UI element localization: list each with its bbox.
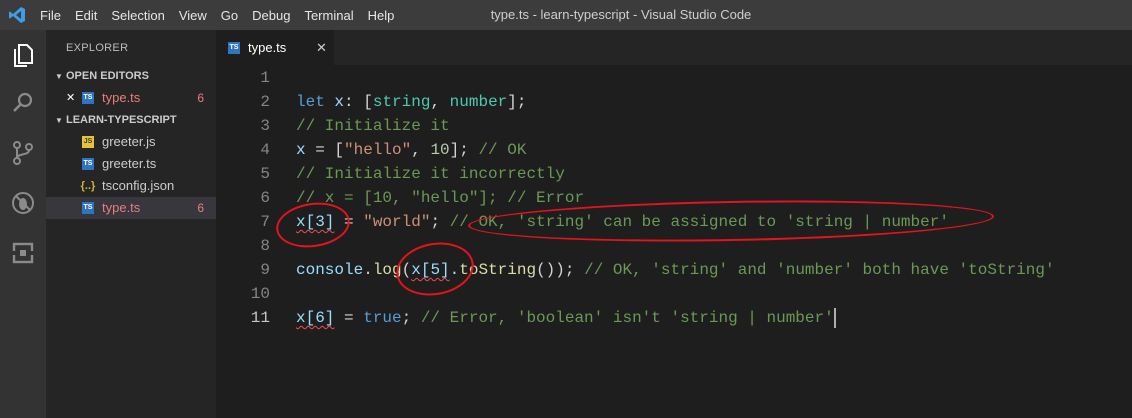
explorer-sidebar: EXPLORER ▼ OPEN EDITORS ✕ TS type.ts 6 ▼ L… — [46, 30, 216, 418]
code-token: ]; — [507, 93, 527, 111]
code-token: // OK — [478, 141, 527, 159]
code-line-3: // Initialize it — [296, 117, 450, 135]
code-token: ()); — [536, 261, 585, 279]
line-number: 7 — [260, 213, 270, 231]
code-token: "hello" — [344, 141, 412, 159]
line-number: 3 — [260, 117, 270, 135]
close-icon[interactable]: ✕ — [66, 87, 75, 109]
code-token: // Error, 'boolean' isn't 'string | numb… — [420, 309, 834, 327]
file-name: greeter.ts — [102, 156, 157, 171]
code-token: , — [430, 93, 450, 111]
file-name: type.ts — [102, 90, 141, 105]
file-item-tsconfig-json[interactable]: {..} tsconfig.json — [46, 175, 216, 197]
annotation-ellipse-x5 — [392, 236, 478, 302]
code-line-2: let x: [string, number]; — [296, 90, 526, 114]
file-name: type.ts — [102, 200, 141, 215]
menu-terminal[interactable]: Terminal — [304, 8, 353, 23]
project-label: LEARN-TYPESCRIPT — [66, 114, 177, 126]
problem-count-badge: 6 — [197, 91, 204, 105]
menu-selection[interactable]: Selection — [111, 8, 164, 23]
editor-tab-bar: TS type.ts ✕ — [216, 30, 1132, 65]
typescript-file-icon: TS — [82, 158, 94, 170]
code-token: number — [449, 93, 508, 111]
code-editor[interactable]: 1 2 3 4 5 6 7 8 9 10 11 let x: [string, … — [216, 65, 1132, 418]
code-token: x[6] — [296, 309, 335, 327]
code-token: = — [334, 309, 364, 327]
vscode-logo-icon — [9, 7, 25, 23]
title-bar: File Edit Selection View Go Debug Termin… — [0, 0, 1132, 30]
code-token: x — [296, 141, 306, 159]
line-number: 8 — [260, 237, 270, 255]
file-item-greeter-ts[interactable]: TS greeter.ts — [46, 153, 216, 175]
problem-count-badge: 6 — [197, 201, 204, 215]
open-editors-label: OPEN EDITORS — [66, 70, 149, 82]
typescript-file-icon: TS — [82, 202, 94, 214]
search-icon[interactable] — [8, 88, 38, 118]
code-token: ; — [401, 309, 421, 327]
code-token: , — [411, 141, 431, 159]
code-token: : [ — [344, 93, 373, 111]
code-token: true — [363, 309, 402, 327]
file-name: greeter.js — [102, 134, 156, 149]
menu-view[interactable]: View — [179, 8, 207, 23]
tab-type-ts[interactable]: TS type.ts ✕ — [216, 30, 334, 65]
code-token: "world" — [363, 213, 431, 231]
menu-debug[interactable]: Debug — [252, 8, 290, 23]
code-token: ; — [430, 213, 450, 231]
menu-edit[interactable]: Edit — [75, 8, 97, 23]
file-item-type-ts[interactable]: TS type.ts 6 — [46, 197, 216, 219]
code-token: x — [334, 93, 345, 111]
code-token: 10 — [430, 141, 450, 159]
line-number: 9 — [260, 261, 270, 279]
chevron-down-icon: ▼ — [55, 116, 63, 125]
json-file-icon: {..} — [80, 180, 96, 192]
menu-bar: File Edit Selection View Go Debug Termin… — [40, 0, 408, 30]
project-section[interactable]: ▼ LEARN-TYPESCRIPT — [46, 109, 216, 131]
menu-file[interactable]: File — [40, 8, 61, 23]
debug-icon[interactable] — [8, 188, 38, 218]
code-token: = [ — [305, 141, 345, 159]
open-editor-item-type-ts[interactable]: ✕ TS type.ts 6 — [46, 87, 216, 109]
line-number: 2 — [260, 93, 270, 111]
source-control-icon[interactable] — [8, 138, 38, 168]
code-token: . — [363, 261, 373, 279]
file-name: tsconfig.json — [102, 178, 175, 193]
code-line-5: // Initialize it incorrectly — [296, 165, 565, 183]
close-icon[interactable]: ✕ — [316, 30, 327, 65]
code-token: let — [296, 93, 325, 111]
open-editors-section[interactable]: ▼ OPEN EDITORS — [46, 65, 216, 87]
code-line-11: x[6] = true; // Error, 'boolean' isn't '… — [296, 306, 836, 330]
line-number: 6 — [260, 189, 270, 207]
code-token: ]; — [449, 141, 479, 159]
code-token: // OK, 'string' and 'number' both have '… — [584, 261, 1055, 279]
explorer-title: EXPLORER — [66, 42, 129, 54]
typescript-file-icon: TS — [82, 92, 94, 104]
line-number: 11 — [250, 309, 270, 327]
javascript-file-icon: JS — [82, 136, 94, 148]
typescript-file-icon: TS — [228, 42, 240, 54]
files-icon[interactable] — [8, 40, 38, 70]
tab-label: type.ts — [248, 40, 287, 55]
code-token: string — [372, 93, 431, 111]
code-line-4: x = ["hello", 10]; // OK — [296, 138, 526, 162]
extensions-icon[interactable] — [8, 238, 38, 268]
chevron-down-icon: ▼ — [55, 72, 63, 81]
file-item-greeter-js[interactable]: JS greeter.js — [46, 131, 216, 153]
line-number: 4 — [260, 141, 270, 159]
text-cursor — [833, 307, 836, 328]
menu-go[interactable]: Go — [221, 8, 238, 23]
activity-bar — [0, 30, 46, 418]
code-token: console — [296, 261, 364, 279]
menu-help[interactable]: Help — [368, 8, 395, 23]
line-number: 10 — [250, 285, 270, 303]
line-number: 1 — [260, 69, 270, 87]
line-number: 5 — [260, 165, 270, 183]
